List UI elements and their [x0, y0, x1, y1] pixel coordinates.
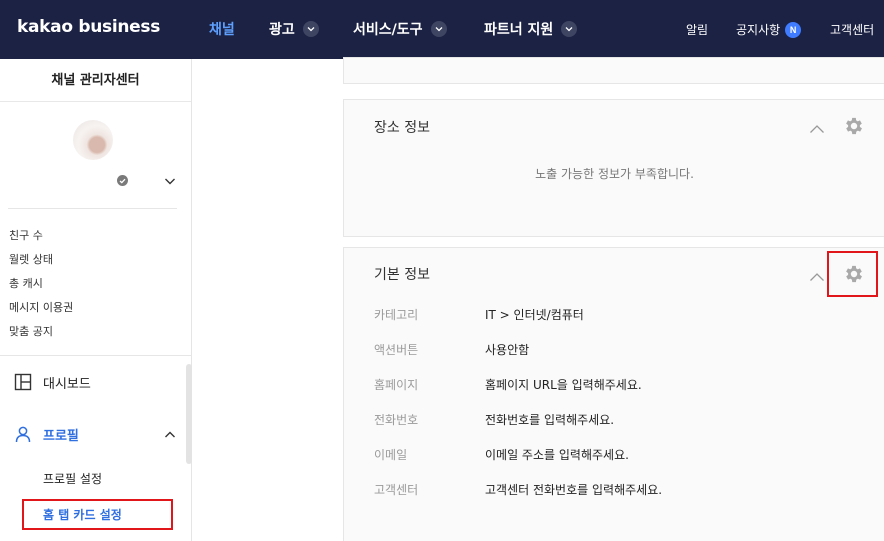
info-key: 액션버튼: [374, 343, 419, 357]
nav-channel-label: 채널: [209, 22, 235, 38]
chevron-up-icon[interactable]: [809, 120, 825, 133]
chevron-down-icon: [430, 21, 447, 37]
chevron-down-icon: [302, 21, 319, 37]
info-row-customer-center: 고객센터 고객센터 전화번호를 입력해주세요.: [374, 481, 874, 499]
sidebar-scrollbar[interactable]: [186, 364, 192, 464]
sidebar-item-label: 대시보드: [43, 376, 91, 392]
person-icon: [14, 425, 32, 443]
info-key: 전화번호: [374, 413, 419, 427]
nav-services-tools[interactable]: 서비스/도구: [353, 19, 447, 39]
info-key: 이메일: [374, 448, 408, 462]
new-badge: N: [785, 21, 802, 38]
info-key: 홈페이지: [374, 378, 419, 392]
check-circle-icon: [117, 175, 128, 186]
chevron-up-icon: [163, 427, 177, 441]
info-value: 사용안함: [485, 343, 530, 357]
card-title: 장소 정보: [374, 120, 430, 136]
stat-message-voucher: 메시지 이용권: [9, 301, 74, 314]
highlight-box: [22, 499, 173, 530]
previous-card: [343, 57, 884, 84]
nav-ads[interactable]: 광고: [269, 19, 319, 39]
top-navigation-bar: kakao business 채널 광고 서비스/도구 파트너 지원 알림 공지…: [0, 0, 884, 59]
info-value: 홈페이지 URL을 입력해주세요.: [485, 378, 642, 392]
profile-avatar[interactable]: [73, 120, 113, 160]
info-row-homepage: 홈페이지 홈페이지 URL을 입력해주세요.: [374, 376, 874, 394]
location-info-card: 장소 정보 노출 가능한 정보가 부족합니다.: [343, 99, 884, 237]
info-value: 이메일 주소를 입력해주세요.: [485, 448, 629, 462]
nav-channel[interactable]: 채널: [209, 19, 235, 39]
info-row-category: 카테고리 IT > 인터넷/컴퓨터: [374, 306, 874, 324]
gear-icon[interactable]: [843, 115, 865, 137]
support-link[interactable]: 고객센터: [830, 21, 874, 38]
highlight-box: [827, 251, 878, 297]
nav-ads-label: 광고: [269, 22, 295, 38]
info-row-email: 이메일 이메일 주소를 입력해주세요.: [374, 446, 874, 464]
chevron-down-icon: [561, 21, 578, 37]
nav-partner-support[interactable]: 파트너 지원: [484, 19, 578, 39]
info-row-phone: 전화번호 전화번호를 입력해주세요.: [374, 411, 874, 429]
sidebar-item-dashboard[interactable]: 대시보드: [0, 362, 185, 402]
notices-link[interactable]: 공지사항 N: [736, 21, 802, 38]
info-value: 전화번호를 입력해주세요.: [485, 413, 615, 427]
sidebar: 채널 관리자센터 친구 수 월렛 상태 총 캐시 메시지 이용권 맞춤 공지 대…: [0, 59, 192, 541]
card-title: 기본 정보: [374, 267, 430, 283]
sidebar-item-profile[interactable]: 프로필: [0, 414, 185, 454]
kakao-business-logo[interactable]: kakao business: [17, 17, 160, 37]
info-value: IT > 인터넷/컴퓨터: [485, 308, 584, 322]
stat-custom-notice: 맞춤 공지: [9, 325, 53, 338]
layout-panel-icon: [14, 373, 32, 391]
main-content: 장소 정보 노출 가능한 정보가 부족합니다. 기본 정보 카테고리 IT > …: [193, 57, 884, 541]
sidebar-title: 채널 관리자센터: [0, 59, 191, 102]
basic-info-card: 기본 정보 카테고리 IT > 인터넷/컴퓨터 액션버튼 사용안함 홈페이지 홈…: [343, 247, 884, 541]
info-value: 고객센터 전화번호를 입력해주세요.: [485, 483, 663, 497]
divider: [0, 355, 192, 356]
stat-wallet-status: 월렛 상태: [9, 253, 53, 266]
chevron-down-icon[interactable]: [163, 173, 177, 187]
chevron-up-icon[interactable]: [809, 268, 825, 281]
sidebar-subitem-profile-settings[interactable]: 프로필 설정: [43, 470, 102, 487]
sidebar-item-label: 프로필: [43, 428, 79, 444]
stat-friends: 친구 수: [9, 229, 43, 242]
info-key: 카테고리: [374, 308, 419, 322]
nav-partner-support-label: 파트너 지원: [484, 22, 554, 38]
stat-total-cash: 총 캐시: [9, 277, 43, 290]
info-key: 고객센터: [374, 483, 419, 497]
empty-message: 노출 가능한 정보가 부족합니다.: [535, 167, 694, 181]
nav-services-tools-label: 서비스/도구: [353, 22, 423, 38]
divider: [8, 208, 177, 209]
alerts-link[interactable]: 알림: [686, 21, 708, 38]
info-row-action-button: 액션버튼 사용안함: [374, 341, 874, 359]
notices-label: 공지사항: [736, 23, 781, 37]
